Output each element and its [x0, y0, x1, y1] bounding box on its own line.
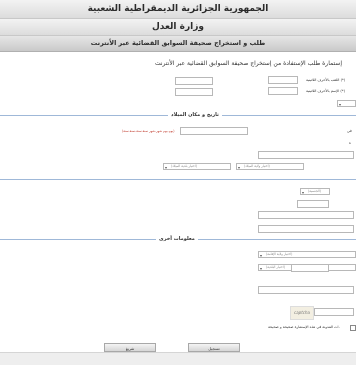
other-section-title: معلومات أخرى — [156, 236, 198, 242]
last-name-arabic-input[interactable] — [175, 77, 213, 85]
birth-date-input[interactable] — [180, 127, 248, 135]
birth-place-label: ة — [349, 141, 351, 145]
residence-commune-value: (اختيار البلدية) — [266, 265, 285, 269]
confirm-text: ات المدونة في هذه الإستمارة صحيحة و صحيح… — [268, 325, 340, 329]
birth-commune-value: (اختيار بلدية الميلاد) — [171, 164, 198, 168]
address-input-1[interactable] — [258, 211, 354, 219]
birth-section-title: تاريخ و مكان الميلاد — [168, 112, 222, 118]
first-name-latin-input[interactable] — [268, 87, 298, 95]
birth-date-label: في — [347, 129, 352, 133]
captcha-input[interactable] — [314, 308, 354, 316]
first-name-arabic-input[interactable] — [175, 88, 213, 96]
service-title-bar: طلب و استخراج صحيفة السوابق القضائية عبر… — [0, 36, 356, 52]
phone-input[interactable] — [258, 286, 354, 294]
ministry-header: وزارة العدل — [0, 19, 356, 36]
residence-section-divider — [0, 179, 356, 180]
form-title: إستمارة طلب الإستفادة من إستخراج صحيفة ا… — [155, 60, 342, 67]
nationality-select[interactable]: ▾ (الجنسية) — [300, 188, 330, 195]
residence-wilaya-value: (اختيار ولاية الإقامة) — [266, 252, 293, 256]
birth-wilaya-value: (اختيار ولاية الميلاد) — [244, 164, 270, 168]
captcha-image: captcha — [290, 306, 314, 320]
nationality-value: (الجنسية) — [308, 189, 321, 193]
residence-wilaya-select[interactable]: ▾ (اختيار ولاية الإقامة) — [258, 251, 356, 258]
last-name-latin-label: اللقب بالأحرف اللاتينية (*) — [306, 78, 346, 82]
birth-date-hint: (يوم-يوم شهر-شهر سنة-سنة-سنة-سنة) — [122, 129, 175, 133]
address-input-2[interactable] — [258, 225, 354, 233]
birth-wilaya-select[interactable]: ▾ (اختيار ولاية الميلاد) — [236, 163, 304, 170]
page-footer — [0, 352, 356, 365]
first-name-latin-label: الإسم بالأحرف اللاتينية (*) — [306, 89, 345, 93]
confirm-checkbox[interactable] — [350, 325, 356, 331]
birth-commune-select[interactable]: ▾ (اختيار بلدية الميلاد) — [163, 163, 231, 170]
birth-place-input[interactable] — [258, 151, 354, 159]
nationality-detail-input[interactable] — [297, 200, 329, 208]
gender-select[interactable]: ▾ — [337, 100, 356, 107]
postal-code-input[interactable] — [291, 264, 329, 272]
republic-header: الجمهورية الجزائرية الديمقراطية الشعبية — [0, 0, 356, 19]
last-name-latin-input[interactable] — [268, 76, 298, 84]
send-button[interactable]: تسجيل — [188, 343, 240, 352]
reset-button[interactable]: تفريغ — [104, 343, 156, 352]
